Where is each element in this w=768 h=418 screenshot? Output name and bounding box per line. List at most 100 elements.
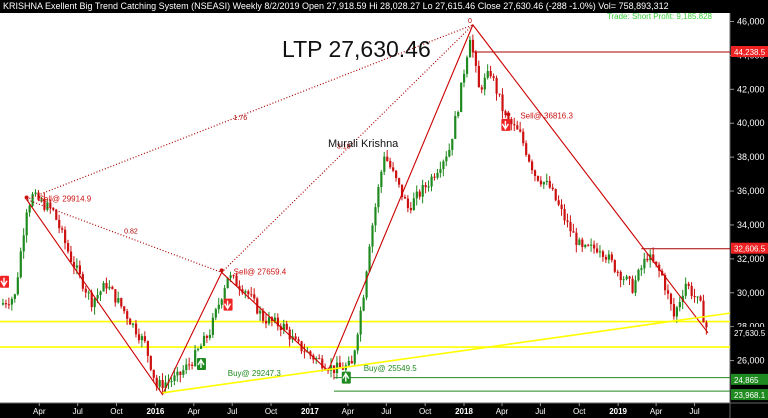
candle-body: [223, 288, 226, 300]
candle-body: [442, 161, 445, 170]
candle-body: [22, 235, 25, 252]
price-box-label: 24,865: [734, 376, 759, 385]
candle-body: [25, 212, 28, 236]
candle-body: [262, 310, 265, 321]
candle-body: [158, 380, 161, 387]
y-tick-label: 30,000: [737, 288, 765, 298]
candle-body: [10, 298, 14, 305]
candle-body: [530, 161, 534, 171]
candle-body: [587, 244, 590, 246]
candle-body: [637, 269, 640, 281]
fib-ratio-label: 0.82: [124, 228, 138, 235]
x-tick-label: Jul: [535, 407, 545, 416]
candle-body: [173, 375, 176, 381]
x-tick-label: Oct: [110, 407, 123, 416]
candle-body: [684, 283, 687, 296]
x-tick-label: Jul: [73, 407, 83, 416]
candle-body: [448, 149, 451, 157]
candle-body: [625, 276, 628, 280]
candle-body: [598, 251, 602, 253]
sell-dot: [506, 112, 511, 117]
plot-area: [0, 13, 730, 403]
candle-body: [395, 170, 398, 179]
candle-body: [693, 295, 696, 298]
candle-body: [454, 116, 457, 139]
candle-body: [480, 87, 483, 90]
candle-body: [548, 180, 551, 188]
candle-body: [338, 362, 342, 368]
candle-body: [572, 231, 575, 233]
chart-header: KRISHNA Exellent Big Trend Catching Syst…: [3, 1, 669, 11]
candle-body: [386, 156, 389, 161]
candle-body: [403, 197, 407, 199]
candle-body: [247, 291, 250, 295]
x-tick-label: 2019: [609, 407, 627, 416]
candle-body: [84, 288, 87, 293]
candle-body: [445, 156, 448, 162]
candle-body: [669, 293, 673, 305]
candle-body: [510, 119, 513, 125]
candle-body: [495, 77, 498, 94]
candle-body: [533, 170, 537, 176]
candle-body: [590, 244, 593, 246]
header-open: Open 27,918.59: [301, 1, 367, 11]
candle-body: [297, 339, 300, 342]
candle-body: [123, 306, 126, 312]
candle-body: [566, 220, 569, 222]
x-tick-label: Apr: [496, 407, 509, 416]
price-box-label: 27,630.5: [734, 329, 766, 338]
candle-body: [468, 39, 472, 58]
candle-body: [427, 186, 430, 188]
candle-body: [616, 271, 619, 273]
candle-body: [374, 207, 377, 226]
candle-body: [75, 265, 79, 268]
y-tick-label: 42,000: [737, 84, 765, 94]
header-volume: Vol= 758,893,312: [598, 1, 669, 11]
x-tick-label: Apr: [33, 407, 46, 416]
candle-body: [7, 304, 11, 306]
candle-body: [129, 318, 132, 325]
candle-body: [498, 93, 501, 95]
candle-body: [253, 294, 256, 299]
candle-body: [214, 309, 217, 318]
x-tick-label: Oct: [265, 407, 278, 416]
y-tick-label: 26,000: [737, 356, 765, 366]
candle-body: [412, 198, 415, 211]
candle-body: [294, 336, 297, 340]
price-box-label: 32,606.5: [734, 245, 766, 254]
y-tick-label: 46,000: [737, 16, 765, 26]
candle-body: [539, 180, 543, 185]
header-lo: Lo 27,615.46: [422, 1, 476, 11]
candle-body: [409, 208, 413, 211]
candle-body: [551, 187, 554, 190]
candle-body: [137, 334, 141, 341]
candle-body: [421, 185, 424, 197]
sell-signal-label: Sell@ 27659.4: [234, 267, 287, 276]
x-tick-label: Oct: [419, 407, 432, 416]
candle-body: [244, 291, 247, 293]
candle-body: [525, 143, 528, 155]
candle-body: [31, 194, 34, 206]
candle-body: [569, 221, 572, 232]
header-hi: Hi 28,028.27: [369, 1, 421, 11]
candle-body: [350, 360, 353, 364]
x-tick-label: Apr: [188, 407, 201, 416]
candle-body: [643, 258, 646, 269]
x-tick-label: Jul: [227, 407, 237, 416]
candle-body: [235, 275, 238, 286]
candle-body: [194, 349, 197, 366]
candle-body: [64, 229, 67, 244]
candle-body: [353, 350, 356, 364]
candle-body: [182, 370, 185, 375]
candle-body: [430, 176, 433, 187]
candle-body: [536, 175, 540, 181]
candle-body: [613, 260, 616, 272]
candle-body: [678, 302, 681, 308]
candle-body: [1, 303, 5, 305]
candle-body: [185, 364, 188, 371]
candle-body: [179, 371, 182, 375]
candle-body: [199, 345, 203, 349]
ltp-label: LTP 27,630.46: [282, 36, 431, 62]
candle-body: [699, 296, 702, 301]
candle-body: [554, 189, 557, 201]
